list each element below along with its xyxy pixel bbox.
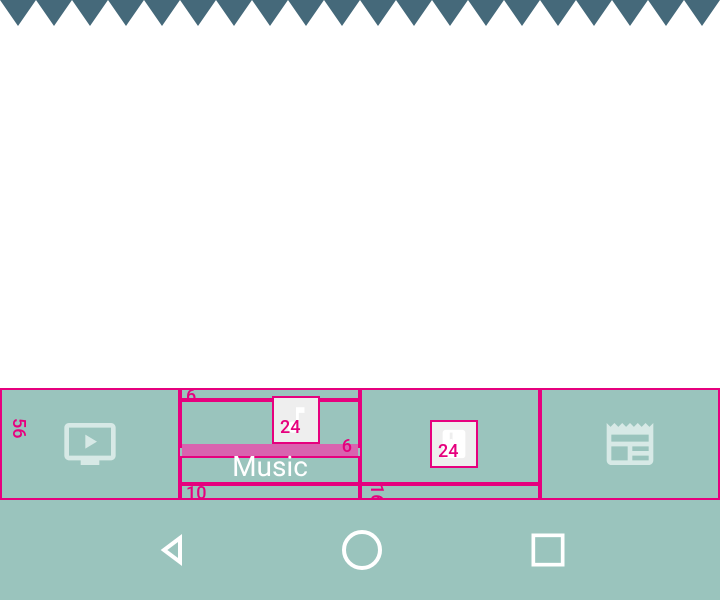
tab-news[interactable] xyxy=(540,388,720,500)
book-icon-box: 24 xyxy=(430,420,478,468)
bottom-navigation: 56 6 24 6 Music 10 xyxy=(0,388,720,500)
tab-books[interactable]: 24 16 xyxy=(360,388,540,500)
music-icon-box: 24 xyxy=(272,396,320,444)
content-area xyxy=(0,26,720,388)
video-icon xyxy=(62,416,118,472)
back-button[interactable] xyxy=(150,526,198,574)
news-icon xyxy=(602,416,658,472)
book-icon xyxy=(437,427,471,461)
overview-button[interactable] xyxy=(526,528,570,572)
tab-music-label: Music xyxy=(180,450,360,483)
tab-video[interactable]: 56 xyxy=(0,388,180,500)
home-button[interactable] xyxy=(338,526,386,574)
overview-icon xyxy=(526,528,570,572)
music-icon xyxy=(279,403,313,437)
torn-edge-decoration xyxy=(0,0,720,26)
home-icon xyxy=(338,526,386,574)
tab-music[interactable]: 6 24 6 Music 10 xyxy=(180,388,360,500)
measure-top-pad: 6 xyxy=(186,386,196,407)
measure-tab-height: 56 xyxy=(8,418,29,438)
system-navigation-bar xyxy=(0,500,720,600)
back-icon xyxy=(150,526,198,574)
